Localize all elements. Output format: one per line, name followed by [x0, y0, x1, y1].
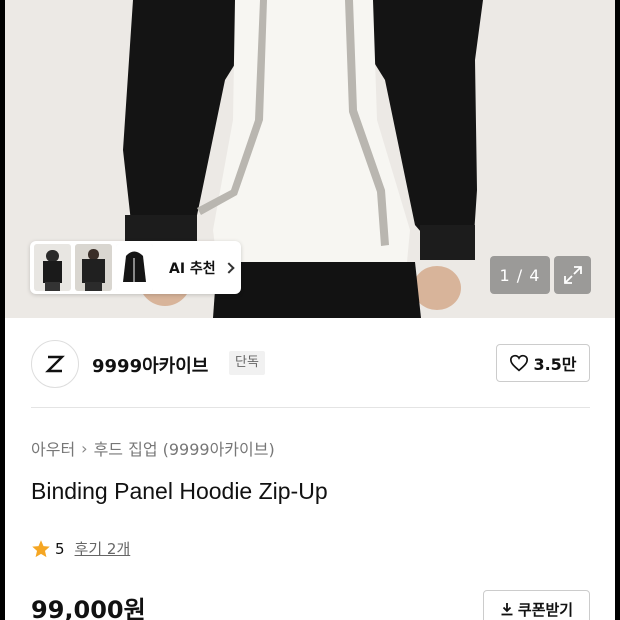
ai-recommendation-label: AI 추천 [169, 260, 216, 277]
brand-row: 9999아카이브 단독 3.5만 [5, 318, 615, 408]
breadcrumb-item[interactable]: 후드 집업 (9999아카이브) [94, 436, 275, 460]
product-price: 99,000원 [31, 596, 146, 620]
brand-logo-icon [45, 355, 65, 373]
rating: 5 후기 2개 [31, 538, 130, 559]
breadcrumb-item[interactable]: 아우터 [31, 436, 75, 460]
expand-button[interactable] [554, 256, 591, 294]
brand-logo[interactable] [31, 340, 79, 388]
like-button[interactable]: 3.5만 [496, 344, 590, 382]
recommendation-thumbnail[interactable] [34, 244, 71, 291]
product-image-carousel[interactable]: AI 추천 1 / 4 [5, 0, 615, 318]
recommendation-thumbnail[interactable] [116, 244, 153, 291]
chevron-right-icon: › [81, 438, 88, 458]
rating-score: 5 [55, 539, 65, 558]
star-icon [32, 539, 50, 557]
exclusive-badge: 단독 [229, 351, 265, 375]
coupon-label: 쿠폰받기 [517, 600, 574, 619]
recommendation-thumbnail[interactable] [75, 244, 112, 291]
chevron-right-icon [223, 261, 235, 274]
product-title: Binding Panel Hoodie Zip-Up [31, 478, 328, 504]
image-counter: 1 / 4 [490, 256, 550, 294]
brand-name[interactable]: 9999아카이브 [92, 352, 208, 378]
coupon-button[interactable]: 쿠폰받기 [483, 590, 590, 620]
review-link[interactable]: 후기 2개 [75, 538, 131, 559]
ai-recommendation-strip[interactable]: AI 추천 [30, 241, 241, 294]
heart-icon [510, 354, 529, 372]
divider [31, 407, 590, 408]
expand-icon [563, 266, 582, 284]
product-page: AI 추천 1 / 4 9999아카이브 단독 3.5만 아우터 › 후드 집업… [5, 0, 615, 620]
download-icon [501, 603, 513, 616]
like-count: 3.5만 [533, 355, 577, 374]
breadcrumb: 아우터 › 후드 집업 (9999아카이브) [31, 436, 275, 460]
